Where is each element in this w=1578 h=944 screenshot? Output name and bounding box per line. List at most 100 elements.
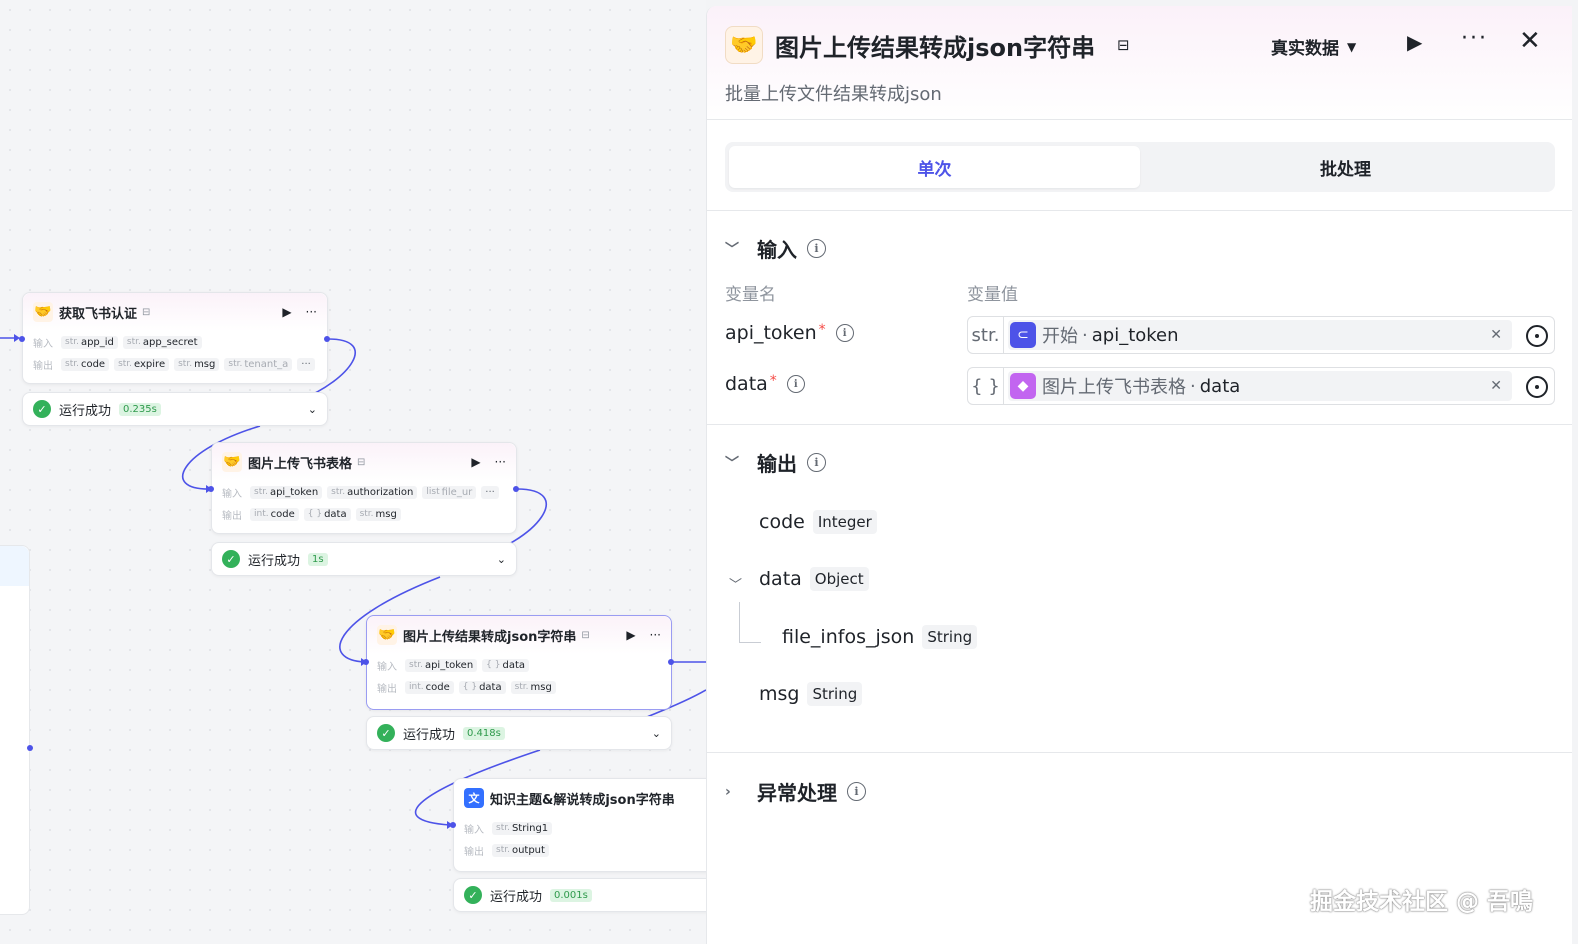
node-run-status[interactable]: ✓ 运行成功 0.235s ⌄ (22, 392, 328, 426)
handshake-icon: 🤝 (377, 625, 397, 645)
output-name: data (759, 568, 802, 590)
divider (707, 752, 1572, 753)
node-run-status[interactable]: ✓ 运行成功 1s ⌄ (211, 542, 517, 576)
node-more-button[interactable]: ··· (650, 628, 661, 642)
chevron-down-icon[interactable]: ⌄ (497, 553, 506, 566)
output-port[interactable] (668, 659, 674, 665)
input-port[interactable] (208, 486, 214, 492)
clear-reference-icon[interactable]: ✕ (1490, 327, 1502, 343)
chevron-down-icon: ﹀ (725, 241, 739, 258)
handshake-icon: 🤝 (222, 452, 242, 472)
outputs-label: 输出 (33, 360, 53, 372)
variable-picker-icon[interactable] (1526, 325, 1548, 347)
inputs-label: 输入 (464, 824, 484, 836)
input-port[interactable] (19, 336, 25, 342)
node-upload-result-to-json[interactable]: 🤝 图片上传结果转成json字符串 ⊟ ▶ ··· 输入 str. api_tok… (366, 615, 672, 710)
input-port[interactable] (450, 822, 456, 828)
column-header-value: 变量值 (967, 285, 1018, 305)
tab-single[interactable]: 单次 (729, 146, 1140, 188)
type-indicator: { } (968, 368, 1004, 404)
partial-node-card[interactable] (0, 545, 30, 915)
input-pill: str. api_token (405, 658, 478, 672)
output-type: String (807, 682, 863, 706)
plugin-badge-icon: ⊟ (581, 629, 590, 641)
output-type: String (922, 625, 978, 649)
input-var-value[interactable]: { } ◆ 图片上传飞书表格 · data ✕ (967, 367, 1555, 405)
output-section-header[interactable]: ﹀ 输出 i (725, 448, 826, 477)
run-node-button[interactable]: ▶ (282, 305, 291, 319)
input-pill: str. authorization (327, 485, 418, 499)
output-type: Object (809, 567, 869, 591)
output-pill: int. code (250, 507, 299, 521)
run-button[interactable]: ▶ (1407, 30, 1422, 54)
partial-node-header (0, 546, 29, 586)
divider (707, 424, 1572, 425)
required-mark: * (818, 322, 826, 338)
output-port[interactable] (324, 336, 330, 342)
more-button[interactable]: ··· (1461, 26, 1488, 51)
node-more-button[interactable]: ··· (306, 305, 317, 319)
node-run-status[interactable]: ✓ 运行成功 0.001s (453, 878, 706, 912)
run-time-badge: 0.418s (463, 726, 505, 740)
more-pills-button[interactable]: ··· (297, 357, 315, 371)
inputs-label: 输入 (377, 661, 397, 673)
output-port[interactable] (27, 745, 33, 751)
tree-connector (739, 602, 740, 642)
status-text: 运行成功 (59, 403, 112, 419)
type-indicator: str. (968, 317, 1004, 353)
info-icon[interactable]: i (835, 324, 854, 342)
status-text: 运行成功 (490, 889, 543, 905)
node-inputs-row: 输入 str. api_token { } data (367, 654, 671, 676)
node-upload-feishu-sheet[interactable]: 🤝 图片上传飞书表格 ⊟ ▶ ··· 输入 str. api_token str.… (211, 442, 517, 534)
run-node-button[interactable]: ▶ (471, 455, 480, 469)
node-feishu-auth[interactable]: 🤝 获取飞书认证 ⊟ ▶ ··· 输入 str. app_id str. app_s… (22, 292, 328, 384)
panel-title[interactable]: 图片上传结果转成json字符串 (775, 28, 1095, 63)
ref-separator: · (1190, 375, 1196, 397)
input-var-value[interactable]: str. ⊂ 开始 · api_token ✕ (967, 316, 1555, 354)
ref-var-name: data (1199, 375, 1241, 397)
ref-node-name: 图片上传飞书表格 (1042, 377, 1186, 398)
plugin-badge-icon: ⊟ (357, 456, 366, 468)
info-icon[interactable]: i (786, 375, 805, 393)
plugin-badge-icon: ⊟ (1117, 36, 1130, 54)
node-run-status[interactable]: ✓ 运行成功 0.418s ⌄ (366, 716, 672, 750)
clear-reference-icon[interactable]: ✕ (1490, 378, 1502, 394)
exception-section-header[interactable]: › 异常处理 i (725, 777, 866, 806)
input-pill: str. api_token (250, 485, 323, 499)
output-name: code (759, 511, 805, 533)
section-title: 异常处理 (757, 781, 837, 805)
status-text: 运行成功 (403, 727, 456, 743)
node-inputs-row: 输入 str. app_id str. app_secret (23, 331, 327, 353)
panel-description[interactable]: 批量上传文件结果转成json (725, 80, 942, 106)
inputs-label: 输入 (33, 338, 53, 350)
chevron-down-icon[interactable]: ﹀ (729, 574, 742, 593)
divider (707, 210, 1572, 211)
variable-picker-icon[interactable] (1526, 376, 1548, 398)
variable-reference[interactable]: ◆ 图片上传飞书表格 · data ✕ (1008, 371, 1512, 401)
chevron-down-icon[interactable]: ⌄ (308, 403, 317, 416)
chevron-down-icon[interactable]: ⌄ (652, 727, 661, 740)
data-mode-select[interactable]: 真实数据 ▼ (1271, 34, 1356, 59)
output-field: file_infos_json String (782, 625, 978, 649)
output-port[interactable] (513, 486, 519, 492)
input-pill: { } data (482, 658, 530, 672)
output-pill: str. code (61, 357, 110, 371)
info-icon[interactable]: i (807, 239, 826, 258)
node-knowledge-to-json[interactable]: 文 知识主题&解说转成json字符串 输入 str. String1 输出 str… (453, 778, 706, 872)
workflow-canvas[interactable]: 🤝 获取飞书认证 ⊟ ▶ ··· 输入 str. app_id str. app_s… (0, 0, 706, 944)
info-icon[interactable]: i (847, 782, 866, 801)
node-more-button[interactable]: ··· (495, 455, 506, 469)
close-button[interactable]: ✕ (1519, 26, 1541, 56)
more-pills-button[interactable]: ··· (481, 485, 499, 499)
column-header-name: 变量名 (725, 285, 776, 305)
variable-reference[interactable]: ⊂ 开始 · api_token ✕ (1008, 320, 1512, 350)
run-node-button[interactable]: ▶ (626, 628, 635, 642)
input-port[interactable] (363, 659, 369, 665)
input-section-header[interactable]: ﹀ 输入 i (725, 234, 826, 263)
input-pill: str. app_id (61, 335, 118, 349)
node-inputs-row: 输入 str. String1 (454, 817, 706, 839)
tab-batch[interactable]: 批处理 (1140, 146, 1551, 188)
output-field: data Object (759, 567, 869, 591)
output-pill: str. msg (174, 357, 220, 371)
info-icon[interactable]: i (807, 453, 826, 472)
